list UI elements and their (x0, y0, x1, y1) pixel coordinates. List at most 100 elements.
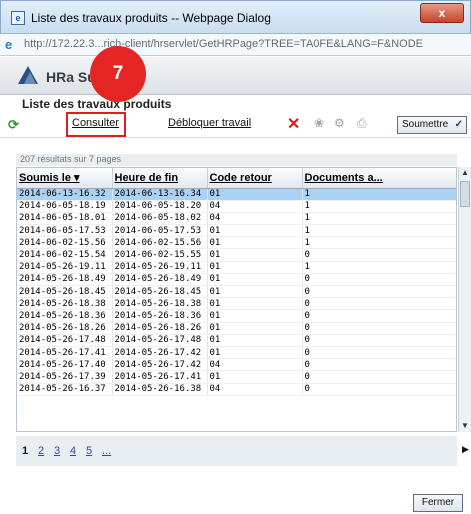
table-row[interactable]: 2014-05-26-18.45 2014-05-26-18.45 01 0 (17, 285, 456, 299)
delete-icon[interactable]: ✕ (287, 114, 300, 134)
table-cell: 01 (207, 261, 303, 274)
refresh-icon[interactable]: ⟳ (8, 117, 19, 133)
table-cell: 04 (207, 212, 303, 226)
column-header-heure-fin[interactable]: Heure de fin (112, 168, 208, 189)
toolbar: ⟳ Consulter Débloquer travail ✕ ❀ ⚙ ⎙ So… (0, 112, 471, 138)
close-button[interactable]: x (420, 3, 464, 23)
table-cell: 0 (302, 322, 456, 335)
close-dialog-button[interactable]: Fermer (413, 494, 463, 512)
app-header: HRa Suit (0, 57, 471, 95)
table-row[interactable]: 2014-06-05-18.01 2014-06-05-18.02 04 1 (17, 212, 456, 226)
table-cell: 04 (207, 200, 303, 213)
table-cell: 2014-05-26-17.39 (17, 370, 113, 384)
table-cell: 1 (302, 200, 456, 213)
table-cell: 01 (207, 322, 303, 335)
table-cell: 01 (207, 297, 303, 311)
table-row[interactable]: 2014-05-26-17.39 2014-05-26-17.41 01 0 (17, 370, 456, 384)
table-header-row: Soumis le ▾ Heure de fin Code retour Doc… (17, 168, 456, 189)
table-cell: 2014-05-26-17.42 (112, 358, 208, 372)
page-title: Liste des travaux produits (22, 97, 172, 111)
table-cell: 01 (207, 346, 303, 360)
page-link-5[interactable]: 5 (86, 445, 92, 457)
table-row[interactable]: 2014-05-26-19.11 2014-05-26-19.11 01 1 (17, 261, 456, 274)
table-row[interactable]: 2014-05-26-16.37 2014-05-26-16.38 04 0 (17, 383, 456, 396)
table-cell: 2014-06-02-15.56 (17, 236, 113, 250)
table-cell: 2014-05-26-18.26 (112, 322, 208, 335)
tools-icon[interactable]: ⚙ (334, 116, 345, 130)
window-title: Liste des travaux produits -- Webpage Di… (31, 11, 271, 25)
step-badge: 7 (90, 46, 146, 102)
page-link-more[interactable]: ... (102, 445, 111, 457)
table-cell: 04 (207, 358, 303, 372)
table-cell: 2014-05-26-17.41 (112, 370, 208, 384)
table-cell: 2014-06-05-17.53 (112, 224, 208, 238)
page-link-2[interactable]: 2 (38, 445, 44, 457)
debloquer-link[interactable]: Débloquer travail (168, 117, 251, 129)
table-row[interactable]: 2014-05-26-17.48 2014-05-26-17.48 01 0 (17, 334, 456, 347)
table-cell: 0 (302, 346, 456, 360)
table-cell: 01 (207, 224, 303, 238)
table-cell: 1 (302, 224, 456, 238)
table-row[interactable]: 2014-06-05-17.53 2014-06-05-17.53 01 1 (17, 224, 456, 238)
table-cell: 2014-06-05-18.02 (112, 212, 208, 226)
results-count: 207 résultats sur 7 pages (20, 154, 122, 164)
table-cell: 0 (302, 248, 456, 262)
table-row[interactable]: 2014-05-26-18.49 2014-05-26-18.49 01 0 (17, 273, 456, 287)
scroll-up-icon[interactable]: ▲ (459, 167, 471, 179)
table-row[interactable]: 2014-05-26-18.26 2014-05-26-18.26 01 0 (17, 322, 456, 335)
table-cell: 1 (302, 188, 456, 201)
address-bar: e http://172.22.3...rich-client/hrservle… (0, 34, 471, 56)
table-cell: 2014-05-26-19.11 (112, 261, 208, 274)
table-cell: 2014-05-26-18.45 (112, 285, 208, 299)
print-icon[interactable]: ⎙ (357, 116, 367, 131)
table-row[interactable]: 2014-05-26-17.40 2014-05-26-17.42 04 0 (17, 358, 456, 372)
vertical-scrollbar[interactable]: ▲ ▼ (458, 167, 471, 432)
table-cell: 0 (302, 383, 456, 396)
column-header-soumis[interactable]: Soumis le ▾ (17, 168, 113, 189)
table-cell: 0 (302, 334, 456, 347)
table-cell: 1 (302, 261, 456, 274)
table-cell: 2014-05-26-17.48 (112, 334, 208, 347)
table-cell: 2014-05-26-16.37 (17, 383, 113, 396)
table-cell: 2014-06-13-16.32 (17, 188, 113, 201)
table-cell: 2014-05-26-18.45 (17, 285, 113, 299)
table-cell: 2014-06-05-18.19 (17, 200, 113, 213)
page-link-4[interactable]: 4 (70, 445, 76, 457)
table-row[interactable]: 2014-06-13-16.32 2014-06-13-16.34 01 1 (17, 188, 456, 201)
window-title-bar: e Liste des travaux produits -- Webpage … (0, 0, 471, 34)
column-header-code-retour[interactable]: Code retour (207, 168, 303, 189)
table-cell: 1 (302, 212, 456, 226)
table-cell: 01 (207, 370, 303, 384)
submit-select[interactable]: Soumettre ✓ (397, 116, 467, 134)
page-link-3[interactable]: 3 (54, 445, 60, 457)
submit-select-label: Soumettre (402, 119, 449, 130)
table-cell: 2014-05-26-18.36 (17, 309, 113, 323)
table-cell: 01 (207, 273, 303, 287)
table-row[interactable]: 2014-06-02-15.54 2014-06-02-15.55 01 0 (17, 248, 456, 262)
chevron-down-icon: ✓ (454, 119, 463, 130)
bulb-icon[interactable]: ❀ (314, 116, 324, 130)
pager-next-icon[interactable]: ▶ (462, 444, 469, 455)
table-cell: 2014-05-26-17.42 (112, 346, 208, 360)
table-row[interactable]: 2014-05-26-17.41 2014-05-26-17.42 01 0 (17, 346, 456, 360)
table-cell: 2014-05-26-17.40 (17, 358, 113, 372)
table-cell: 2014-05-26-18.36 (112, 309, 208, 323)
app-icon: e (11, 11, 25, 25)
table-cell: 01 (207, 236, 303, 250)
table-cell: 0 (302, 273, 456, 287)
table-row[interactable]: 2014-05-26-18.36 2014-05-26-18.36 01 0 (17, 309, 456, 323)
table-cell: 01 (207, 188, 303, 201)
scroll-thumb[interactable] (460, 181, 470, 207)
ie-icon: e (5, 37, 13, 52)
table-cell: 2014-06-02-15.55 (112, 248, 208, 262)
table-row[interactable]: 2014-05-26-18.38 2014-05-26-18.38 01 0 (17, 297, 456, 311)
table-cell: 0 (302, 285, 456, 299)
page-link-1[interactable]: 1 (22, 445, 28, 457)
table-row[interactable]: 2014-06-05-18.19 2014-06-05-18.20 04 1 (17, 200, 456, 213)
url-text: http://172.22.3...rich-client/hrservlet/… (24, 38, 424, 50)
table-cell: 2014-06-02-15.56 (112, 236, 208, 250)
scroll-down-icon[interactable]: ▼ (459, 420, 471, 432)
table-cell: 01 (207, 285, 303, 299)
table-row[interactable]: 2014-06-02-15.56 2014-06-02-15.56 01 1 (17, 236, 456, 250)
column-header-documents[interactable]: Documents a... (302, 168, 456, 189)
